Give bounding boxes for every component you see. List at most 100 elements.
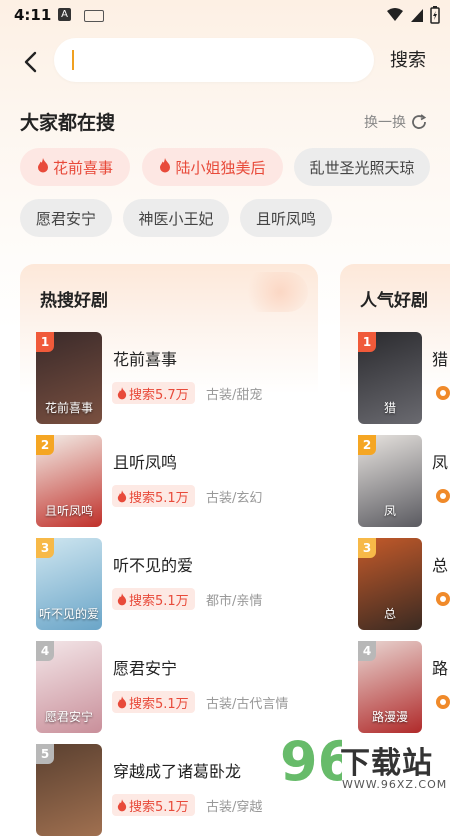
poster-title-art: 花前喜事 <box>44 401 93 415</box>
play-count-icon <box>436 386 450 400</box>
search-tag[interactable]: 愿君安宁 <box>20 199 112 237</box>
chevron-left-icon <box>24 51 37 73</box>
fire-icon <box>37 157 49 177</box>
rank-badge: 4 <box>36 641 54 661</box>
fire-icon <box>117 695 127 708</box>
search-count-badge: 搜索5.1万 <box>112 691 195 713</box>
search-count-badge: 搜索5.1万 <box>112 485 195 507</box>
search-count-badge: 搜索5.1万 <box>112 794 195 816</box>
battery-icon <box>430 6 440 24</box>
rank-badge: 3 <box>358 538 376 558</box>
shuffle-button[interactable]: 换一换 <box>364 112 428 132</box>
hot-searches-title: 大家都在搜 <box>20 112 116 134</box>
drama-list-item[interactable]: 路漫漫 4 路 <box>358 641 450 733</box>
search-count-badge: 搜索5.1万 <box>112 588 195 610</box>
back-button[interactable] <box>16 48 44 76</box>
fire-icon <box>117 489 127 502</box>
rank-badge: 1 <box>36 332 54 352</box>
search-tag[interactable]: 陆小姐独美后 <box>142 148 283 186</box>
keyboard-icon <box>84 10 104 22</box>
status-right-icons <box>386 6 440 24</box>
drama-list-item[interactable]: 花前喜事 1 花前喜事 搜索5.7万 古装/甜宠 <box>36 332 316 424</box>
search-count: 搜索5.1万 <box>129 593 189 609</box>
poster-title-art: 凤 <box>383 504 396 518</box>
hot-dramas-panel: 热搜好剧 花前喜事 1 花前喜事 搜索5.7万 古装/甜宠 且听凤鸣 2 且听凤… <box>20 264 318 836</box>
search-row: 搜索 <box>0 38 450 84</box>
search-tag[interactable]: 神医小王妃 <box>123 199 229 237</box>
poster-title-art: 总 <box>383 607 396 621</box>
panel-decoration <box>238 272 308 312</box>
drama-title: 花前喜事 <box>113 350 178 369</box>
search-tag[interactable]: 乱世圣光照天琼 <box>294 148 430 186</box>
status-bar: 4:11 A <box>0 0 450 30</box>
rank-badge: 3 <box>36 538 54 558</box>
search-count: 搜索5.1万 <box>129 799 189 815</box>
fire-icon <box>117 386 127 399</box>
fire-icon <box>159 157 171 177</box>
status-time: 4:11 <box>14 6 52 24</box>
notification-a-icon: A <box>58 8 71 21</box>
drama-list-item[interactable]: 听不见的爱 3 听不见的爱 搜索5.1万 都市/亲情 <box>36 538 316 630</box>
watermark-text: 下载站 <box>340 746 433 781</box>
drama-list-item[interactable]: 总 3 总 <box>358 538 450 630</box>
rank-badge: 5 <box>36 744 54 764</box>
play-count-icon <box>436 695 450 709</box>
rank-badge: 1 <box>358 332 376 352</box>
tag-label: 花前喜事 <box>52 158 113 177</box>
drama-title: 总 <box>432 556 449 575</box>
search-count-badge: 搜索5.7万 <box>112 382 195 404</box>
fire-icon <box>117 592 127 605</box>
watermark-logo: 96 <box>280 730 355 793</box>
signal-icon <box>411 9 423 22</box>
drama-genre: 古装/穿越 <box>206 800 263 815</box>
drama-title: 且听凤鸣 <box>113 453 178 472</box>
drama-genre: 都市/亲情 <box>206 594 263 609</box>
drama-title: 听不见的爱 <box>113 556 194 575</box>
drama-title: 路 <box>432 659 449 678</box>
drama-title: 穿越成了诸葛卧龙 <box>113 762 242 781</box>
rank-badge: 2 <box>358 435 376 455</box>
tag-label: 愿君安宁 <box>35 209 96 228</box>
poster-title-art: 愿君安宁 <box>44 710 93 724</box>
shuffle-label: 换一换 <box>364 115 406 131</box>
search-count: 搜索5.1万 <box>129 696 189 712</box>
drama-title: 猎 <box>432 350 449 369</box>
search-tag[interactable]: 花前喜事 <box>20 148 130 186</box>
rank-badge: 4 <box>358 641 376 661</box>
search-tag[interactable]: 且听凤鸣 <box>240 199 332 237</box>
site-watermark: 96 下载站 WWW.96XZ.COM <box>278 728 448 793</box>
poster-title-art: 路漫漫 <box>371 710 408 724</box>
drama-genre: 古装/古代言情 <box>206 697 289 712</box>
tag-label: 神医小王妃 <box>138 209 214 228</box>
search-count: 搜索5.7万 <box>129 387 189 403</box>
watermark-number: 96 <box>280 730 342 792</box>
drama-list-item[interactable]: 凤 2 凤 <box>358 435 450 527</box>
poster-title-art: 且听凤鸣 <box>44 504 93 518</box>
drama-list-item[interactable]: 愿君安宁 4 愿君安宁 搜索5.1万 古装/古代言情 <box>36 641 316 733</box>
play-count-icon <box>436 592 450 606</box>
drama-title: 愿君安宁 <box>113 659 178 678</box>
search-input[interactable] <box>70 38 364 84</box>
drama-list-item[interactable]: 且听凤鸣 2 且听凤鸣 搜索5.1万 古装/玄幻 <box>36 435 316 527</box>
poster-title-art: 听不见的爱 <box>38 607 99 621</box>
poster-title-art: 猎 <box>383 401 396 415</box>
rank-badge: 2 <box>36 435 54 455</box>
refresh-icon <box>412 114 427 129</box>
search-button[interactable]: 搜索 <box>390 46 426 72</box>
drama-genre: 古装/甜宠 <box>206 388 263 403</box>
search-box[interactable] <box>54 38 374 84</box>
drama-list-item[interactable]: 猎 1 猎 <box>358 332 450 424</box>
play-count-icon <box>436 489 450 503</box>
drama-list-item[interactable]: 5 穿越成了诸葛卧龙 搜索5.1万 古装/穿越 <box>36 744 316 836</box>
tag-label: 陆小姐独美后 <box>175 158 266 177</box>
tag-label: 乱世圣光照天琼 <box>309 158 415 177</box>
popular-dramas-title: 人气好剧 <box>360 291 428 311</box>
wifi-icon <box>387 8 403 21</box>
watermark-url: WWW.96XZ.COM <box>342 778 448 791</box>
hot-dramas-title: 热搜好剧 <box>40 291 108 311</box>
drama-title: 凤 <box>432 453 449 472</box>
fire-icon <box>117 798 127 811</box>
search-count: 搜索5.1万 <box>129 490 189 506</box>
drama-genre: 古装/玄幻 <box>206 491 263 506</box>
tag-label: 且听凤鸣 <box>255 209 316 228</box>
